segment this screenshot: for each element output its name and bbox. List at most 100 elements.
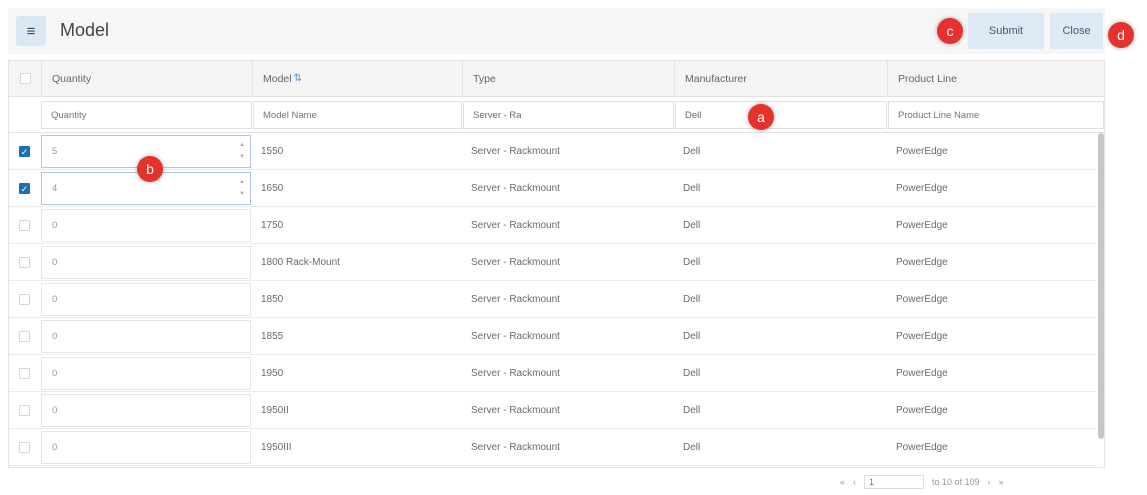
product-line-cell: PowerEdge	[896, 293, 948, 305]
manufacturer-filter-input[interactable]	[675, 101, 887, 129]
manufacturer-cell: Dell	[683, 367, 701, 379]
model-filter-input[interactable]	[253, 101, 462, 129]
prev-page-icon[interactable]: ‹	[853, 477, 856, 487]
type-cell: Server - Rackmount	[471, 145, 560, 157]
quantity-stepper[interactable]: 0	[41, 394, 251, 427]
row-checkbox[interactable]	[19, 257, 30, 268]
model-cell: 1750	[261, 219, 284, 231]
row-checkbox[interactable]	[19, 294, 30, 305]
row-checkbox[interactable]	[19, 405, 30, 416]
quantity-stepper[interactable]: 0	[41, 357, 251, 390]
quantity-stepper[interactable]: 0	[41, 431, 251, 464]
row-checkbox[interactable]	[19, 442, 30, 453]
column-header-type[interactable]: Type	[462, 61, 674, 96]
manufacturer-cell: Dell	[683, 441, 701, 453]
row-checkbox[interactable]: ✓	[19, 146, 30, 157]
type-cell: Server - Rackmount	[471, 441, 560, 453]
quantity-value: 0	[52, 368, 58, 379]
table-row[interactable]: 0 1800 Rack-Mount Server - Rackmount Dell Po…	[9, 244, 1097, 281]
first-page-icon[interactable]: «	[840, 477, 845, 487]
quantity-value: 0	[52, 220, 58, 231]
type-cell: Server - Rackmount	[471, 367, 560, 379]
model-cell: 1950	[261, 367, 284, 379]
type-cell: Server - Rackmount	[471, 256, 560, 268]
product-line-filter-input[interactable]	[888, 101, 1104, 129]
filter-row	[9, 97, 1104, 133]
vertical-scrollbar[interactable]	[1098, 133, 1104, 439]
manufacturer-cell: Dell	[683, 182, 701, 194]
table-row[interactable]: 0 1950III Server - Rackmount Dell PowerEdge	[9, 429, 1097, 466]
table-row[interactable]: 0 1850 Server - Rackmount Dell PowerEdge	[9, 281, 1097, 318]
select-all-checkbox[interactable]	[19, 73, 31, 84]
model-cell: 1950II	[261, 404, 289, 416]
spinner-arrows-icon[interactable]: ▲ ▼	[237, 176, 247, 201]
next-page-icon[interactable]: ›	[988, 477, 991, 487]
row-checkbox[interactable]	[19, 331, 30, 342]
type-cell: Server - Rackmount	[471, 293, 560, 305]
page-range-text: to 10 of 109	[932, 477, 980, 487]
column-header-model[interactable]: Model ⇅	[252, 61, 462, 96]
column-header-product-line[interactable]: Product Line	[887, 61, 1104, 96]
manufacturer-cell: Dell	[683, 219, 701, 231]
table-row[interactable]: ✓ 5 ▲ ▼ 1550 Server - Rackmount Dell PowerEdge	[9, 133, 1097, 170]
manufacturer-cell: Dell	[683, 256, 701, 268]
manufacturer-cell: Dell	[683, 145, 701, 157]
header-row: Quantity Model ⇅ Type Manufacturer Produ…	[9, 61, 1104, 97]
quantity-stepper[interactable]: 0	[41, 283, 251, 316]
quantity-value: 0	[52, 405, 58, 416]
hamburger-menu-icon[interactable]: ≡	[16, 16, 46, 46]
table-row[interactable]: 0 1950II Server - Rackmount Dell PowerEdge	[9, 392, 1097, 429]
submit-button[interactable]: Submit	[968, 13, 1044, 49]
model-cell: 1850	[261, 293, 284, 305]
table-row[interactable]: ✓ 4 ▲ ▼ 1650 Server - Rackmount Dell PowerEdge	[9, 170, 1097, 207]
model-cell: 1855	[261, 330, 284, 342]
callout-b: b	[137, 156, 163, 182]
model-cell: 1550	[261, 145, 284, 157]
data-grid: Quantity Model ⇅ Type Manufacturer Produ…	[8, 60, 1105, 468]
pagination: « ‹ 1 to 10 of 109 › »	[840, 475, 1004, 489]
model-cell: 1800 Rack-Mount	[261, 256, 340, 268]
manufacturer-cell: Dell	[683, 330, 701, 342]
row-checkbox[interactable]	[19, 368, 30, 379]
product-line-cell: PowerEdge	[896, 219, 948, 231]
column-header-model-label: Model	[263, 72, 292, 85]
sort-icon[interactable]: ⇅	[294, 73, 302, 84]
table-row[interactable]: 0 1950 Server - Rackmount Dell PowerEdge	[9, 355, 1097, 392]
model-cell: 1950III	[261, 441, 292, 453]
product-line-cell: PowerEdge	[896, 404, 948, 416]
type-cell: Server - Rackmount	[471, 219, 560, 231]
table-row[interactable]: 0 1750 Server - Rackmount Dell PowerEdge	[9, 207, 1097, 244]
quantity-value: 4	[52, 183, 58, 194]
callout-d: d	[1108, 22, 1134, 48]
quantity-stepper[interactable]: 0	[41, 320, 251, 353]
close-button[interactable]: Close	[1050, 13, 1103, 49]
quantity-value: 0	[52, 294, 58, 305]
quantity-stepper[interactable]: 0	[41, 209, 251, 242]
table-row[interactable]: 0 1855 Server - Rackmount Dell PowerEdge	[9, 318, 1097, 355]
manufacturer-cell: Dell	[683, 404, 701, 416]
callout-a: a	[748, 104, 774, 130]
quantity-filter-input[interactable]	[41, 101, 252, 129]
column-header-manufacturer[interactable]: Manufacturer	[674, 61, 887, 96]
model-cell: 1650	[261, 182, 284, 194]
quantity-value: 5	[52, 146, 58, 157]
quantity-value: 0	[52, 442, 58, 453]
manufacturer-cell: Dell	[683, 293, 701, 305]
quantity-stepper[interactable]: 0	[41, 246, 251, 279]
product-line-cell: PowerEdge	[896, 256, 948, 268]
row-checkbox[interactable]	[19, 220, 30, 231]
product-line-cell: PowerEdge	[896, 330, 948, 342]
type-cell: Server - Rackmount	[471, 404, 560, 416]
last-page-icon[interactable]: »	[999, 477, 1004, 487]
page-number-input[interactable]: 1	[864, 475, 925, 489]
product-line-cell: PowerEdge	[896, 367, 948, 379]
product-line-cell: PowerEdge	[896, 441, 948, 453]
spinner-arrows-icon[interactable]: ▲ ▼	[237, 139, 247, 164]
quantity-value: 0	[52, 331, 58, 342]
type-filter-input[interactable]	[463, 101, 674, 129]
column-header-quantity[interactable]: Quantity	[41, 61, 252, 96]
product-line-cell: PowerEdge	[896, 182, 948, 194]
type-cell: Server - Rackmount	[471, 182, 560, 194]
row-checkbox[interactable]: ✓	[19, 183, 30, 194]
quantity-value: 0	[52, 257, 58, 268]
